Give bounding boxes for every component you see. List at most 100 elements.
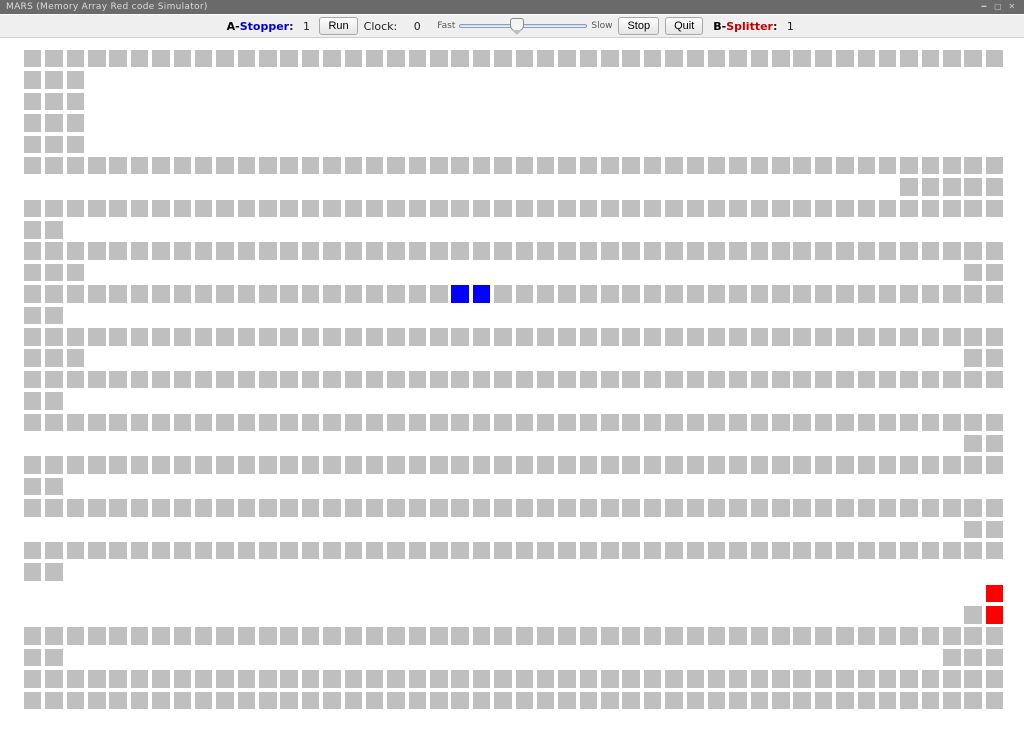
cell-neutral [922,178,940,196]
cell-neutral [858,200,876,218]
cell-neutral [494,542,512,560]
cell-neutral [259,200,277,218]
cell-neutral [45,649,63,667]
cell-neutral [922,328,940,346]
grid-row [22,561,1002,582]
cell-neutral [986,328,1004,346]
cell-neutral [280,371,298,389]
cell-neutral [238,50,256,68]
cell-neutral [152,50,170,68]
process-b-label: B-Splitter: [713,20,777,33]
cell-neutral [943,692,961,710]
cell-neutral [964,285,982,303]
cell-neutral [409,627,427,645]
cell-neutral [409,499,427,517]
cell-neutral [815,542,833,560]
cell-neutral [665,627,683,645]
cell-neutral [922,627,940,645]
cell-neutral [174,242,192,260]
cell-neutral [836,50,854,68]
cell-neutral [67,157,85,175]
cell-neutral [323,157,341,175]
grid-row [22,433,1002,454]
cell-neutral [964,542,982,560]
cell-neutral [836,328,854,346]
cell-neutral [259,328,277,346]
cell-neutral [858,627,876,645]
cell-neutral [964,50,982,68]
speed-slider-thumb[interactable] [510,18,524,32]
cell-neutral [131,692,149,710]
cell-neutral [708,157,726,175]
cell-neutral [451,414,469,432]
cell-neutral [473,499,491,517]
toolbar: A-Stopper: 1 Run Clock: 0 Fast Slow Stop… [0,14,1024,38]
cell-neutral [302,542,320,560]
cell-neutral [879,456,897,474]
cell-neutral [387,456,405,474]
cell-neutral [67,627,85,645]
cell-neutral [943,542,961,560]
cell-neutral [323,670,341,688]
speed-slider[interactable] [459,20,587,32]
stop-button[interactable]: Stop [618,17,659,35]
cell-neutral [67,285,85,303]
cell-neutral [45,392,63,410]
cell-neutral [772,414,790,432]
cell-neutral [45,136,63,154]
cell-neutral [67,670,85,688]
cell-neutral [537,328,555,346]
quit-button[interactable]: Quit [665,17,703,35]
cell-neutral [836,542,854,560]
process-b-name: Splitter [726,20,773,33]
cell-neutral [323,542,341,560]
cell-neutral [879,414,897,432]
cell-neutral [280,414,298,432]
cell-neutral [387,157,405,175]
cell-neutral [943,200,961,218]
cell-neutral [430,50,448,68]
grid-row [22,305,1002,326]
cell-neutral [964,521,982,539]
cell-neutral [387,627,405,645]
process-a-prefix: A- [227,20,240,33]
cell-neutral [216,157,234,175]
cell-neutral [451,371,469,389]
cell-neutral [494,328,512,346]
cell-neutral [986,349,1004,367]
cell-neutral [238,627,256,645]
cell-neutral [24,114,42,132]
run-button[interactable]: Run [319,17,357,35]
cell-neutral [409,50,427,68]
cell-neutral [109,242,127,260]
cell-neutral [964,435,982,453]
cell-neutral [644,692,662,710]
close-icon[interactable]: ✕ [1006,2,1018,12]
cell-neutral [152,670,170,688]
cell-neutral [280,456,298,474]
cell-neutral [943,157,961,175]
cell-neutral [858,371,876,389]
minimize-icon[interactable]: ━ [978,2,990,12]
cell-neutral [900,178,918,196]
cell-neutral [644,285,662,303]
cell-neutral [152,627,170,645]
cell-neutral [494,157,512,175]
cell-neutral [922,670,940,688]
cell-neutral [152,328,170,346]
cell-neutral [216,242,234,260]
cell-neutral [516,670,534,688]
cell-neutral [879,328,897,346]
cell-neutral [836,456,854,474]
cell-neutral [473,670,491,688]
maximize-icon[interactable]: ▢ [992,2,1004,12]
cell-neutral [67,499,85,517]
cell-neutral [751,542,769,560]
cell-neutral [836,670,854,688]
grid-row [22,690,1002,711]
grid-row [22,241,1002,262]
cell-neutral [964,692,982,710]
cell-neutral [943,50,961,68]
cell-neutral [45,50,63,68]
cell-neutral [516,542,534,560]
